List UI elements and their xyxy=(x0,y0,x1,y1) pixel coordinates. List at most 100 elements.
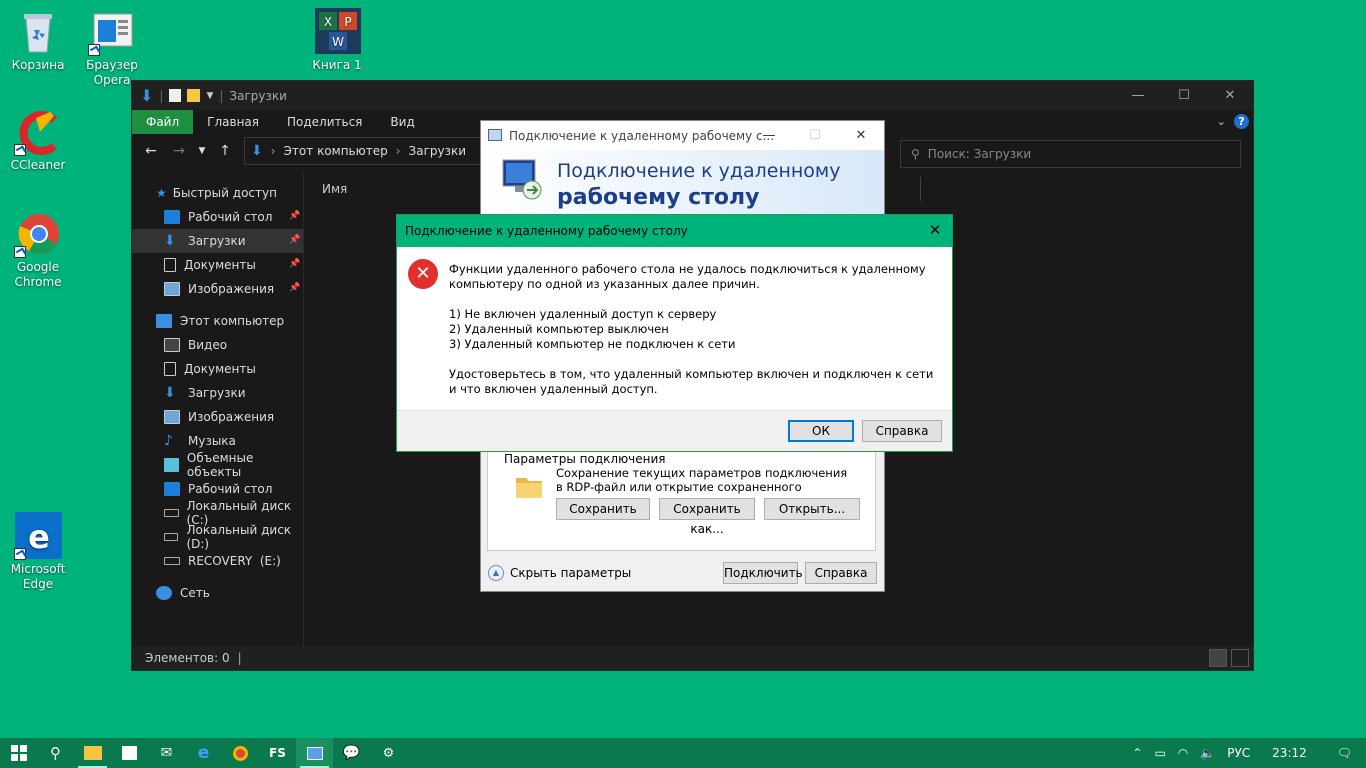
sidebar-item-quick-access[interactable]: ★ Быстрый доступ xyxy=(132,181,303,205)
desktop-icon-label: Google Chrome xyxy=(14,260,62,289)
open-button[interactable]: Открыть... xyxy=(764,498,860,520)
battery-icon[interactable]: ▭ xyxy=(1148,746,1171,760)
taskbar-app[interactable]: ⚙ xyxy=(370,738,407,768)
error-reason-2: 2) Удаленный компьютер выключен xyxy=(449,322,669,336)
chat-bubble-icon: 💬 xyxy=(342,745,361,761)
search-taskbar-button[interactable]: ⚲ xyxy=(37,738,74,768)
breadcrumb-downloads[interactable]: Загрузки xyxy=(409,144,467,158)
sidebar-item-drive-c[interactable]: Локальный диск (C:) xyxy=(132,499,303,527)
sidebar-item-pictures[interactable]: Изображения 📌 xyxy=(132,277,303,301)
error-help-button[interactable]: Справка xyxy=(862,420,942,442)
rdp-help-button[interactable]: Справка xyxy=(805,562,877,584)
pin-icon: 📌 xyxy=(289,211,301,221)
sidebar-item-videos[interactable]: Видео xyxy=(132,333,303,357)
new-folder-icon[interactable] xyxy=(187,89,201,102)
expand-ribbon-icon[interactable]: ⌄ xyxy=(1217,115,1226,128)
ok-button[interactable]: ОК xyxy=(788,420,854,442)
desktop-icon-book1[interactable]: XPW Книга 1 xyxy=(299,8,375,73)
tab-share[interactable]: Поделиться xyxy=(273,110,376,134)
sidebar-item-pc-downloads[interactable]: ⬇ Загрузки xyxy=(132,381,303,405)
sidebar-item-pc-desktop[interactable]: Рабочий стол xyxy=(132,477,303,501)
save-as-button[interactable]: Сохранить как... xyxy=(659,498,755,536)
error-dialog: Подключение к удаленному рабочему столу … xyxy=(396,214,953,452)
column-divider[interactable] xyxy=(920,177,921,201)
desktop-icon-edge[interactable]: e Microsoft Edge xyxy=(0,512,76,592)
rdp-window-title: Подключение к удаленному рабочему с... xyxy=(509,128,775,143)
taskbar-fs[interactable]: FS xyxy=(259,738,296,768)
rdp-minimize-button[interactable]: — xyxy=(746,121,792,150)
sidebar-item-drive-e[interactable]: RECOVERY (E:) xyxy=(132,549,303,573)
sidebar-item-downloads[interactable]: ⬇ Загрузки 📌 xyxy=(132,229,303,253)
rdp-titlebar: Подключение к удаленному рабочему с... —… xyxy=(481,121,884,150)
language-indicator[interactable]: РУС xyxy=(1221,746,1256,760)
taskbar-file-explorer[interactable] xyxy=(74,738,111,768)
desktop-icon-chrome[interactable]: Google Chrome xyxy=(0,210,76,290)
notifications-icon[interactable]: 🗨 xyxy=(1323,746,1366,760)
volume-icon[interactable]: 🔈 xyxy=(1194,746,1221,760)
customize-toolbar-icon[interactable]: ▼ xyxy=(206,91,213,101)
pin-icon: 📌 xyxy=(289,283,301,293)
rdp-banner: Подключение к удаленному рабочему столу xyxy=(481,150,884,215)
sidebar-item-3d-objects[interactable]: Объемные объекты xyxy=(132,451,303,479)
up-button[interactable]: ↑ xyxy=(216,143,234,159)
edge-icon: e xyxy=(14,512,62,560)
search-input[interactable]: ⚲ Поиск: Загрузки xyxy=(900,140,1241,168)
recent-locations-icon[interactable]: ▼ xyxy=(198,146,206,156)
taskbar-store[interactable] xyxy=(111,738,148,768)
desktop-icon-ccleaner[interactable]: CCleaner xyxy=(0,108,76,173)
connect-button[interactable]: Подключить xyxy=(723,562,803,584)
column-header-name[interactable]: Имя xyxy=(322,182,347,196)
sidebar-item-this-pc[interactable]: Этот компьютер xyxy=(132,309,303,333)
svg-text:e: e xyxy=(28,518,50,556)
forward-button[interactable]: → xyxy=(170,143,188,159)
taskbar-mail[interactable]: ✉ xyxy=(148,738,185,768)
save-button[interactable]: Сохранить xyxy=(556,498,650,520)
taskbar-feedback[interactable]: 💬 xyxy=(333,738,370,768)
wifi-icon[interactable]: ◠ xyxy=(1172,746,1194,760)
rdp-app-icon xyxy=(488,129,502,141)
error-dialog-close-button[interactable]: ✕ xyxy=(926,221,944,239)
maximize-button[interactable]: ☐ xyxy=(1161,81,1207,110)
sidebar-item-documents[interactable]: Документы 📌 xyxy=(132,253,303,277)
tab-home[interactable]: Главная xyxy=(193,110,273,134)
sidebar-item-pc-pictures[interactable]: Изображения xyxy=(132,405,303,429)
status-bar: Элементов: 0 | xyxy=(132,646,1253,670)
music-icon: ♪ xyxy=(164,433,173,449)
recycle-bin-icon xyxy=(14,8,62,56)
tab-view[interactable]: Вид xyxy=(376,110,428,134)
details-view-icon[interactable] xyxy=(1209,649,1227,667)
game-app-icon: ⚙ xyxy=(382,745,395,761)
hide-options-link[interactable]: ▲ Скрыть параметры xyxy=(488,565,631,581)
taskbar-chrome[interactable] xyxy=(222,738,259,768)
back-button[interactable]: ← xyxy=(142,143,160,159)
properties-icon[interactable] xyxy=(169,89,182,102)
desktop-icon-opera[interactable]: Браузер Opera xyxy=(74,8,150,88)
close-button[interactable]: ✕ xyxy=(1207,81,1253,110)
sidebar-item-pc-documents[interactable]: Документы xyxy=(132,357,303,381)
large-icons-view-icon[interactable] xyxy=(1231,649,1249,667)
desktop-icon-recycle-bin[interactable]: Корзина xyxy=(0,8,76,73)
start-button[interactable] xyxy=(0,738,37,768)
help-icon[interactable]: ? xyxy=(1234,114,1249,129)
videos-icon xyxy=(164,338,180,352)
drive-icon xyxy=(164,509,179,517)
rdp-maximize-button[interactable]: ☐ xyxy=(792,121,838,150)
sidebar-item-music[interactable]: ♪ Музыка xyxy=(132,429,303,453)
sidebar-item-drive-d[interactable]: Локальный диск (D:) xyxy=(132,523,303,551)
sidebar-item-network[interactable]: Сеть xyxy=(132,581,303,605)
show-hidden-icons-icon[interactable]: ⌃ xyxy=(1126,746,1148,760)
pictures-icon xyxy=(164,282,180,296)
taskbar-edge[interactable]: e xyxy=(185,738,222,768)
sidebar-item-desktop[interactable]: Рабочий стол 📌 xyxy=(132,205,303,229)
rdp-close-button[interactable]: ✕ xyxy=(838,121,884,150)
downloads-icon: ⬇ xyxy=(164,385,176,401)
pin-icon: 📌 xyxy=(289,259,301,269)
taskbar-remote-desktop[interactable] xyxy=(296,738,333,768)
error-reason-3: 3) Удаленный компьютер не подключен к се… xyxy=(449,337,736,351)
error-dialog-titlebar: Подключение к удаленному рабочему столу … xyxy=(397,215,952,247)
minimize-button[interactable]: — xyxy=(1115,81,1161,110)
clock[interactable]: 23:12 xyxy=(1256,746,1323,760)
folder-icon xyxy=(83,746,102,760)
breadcrumb-this-pc[interactable]: Этот компьютер xyxy=(284,144,388,158)
tab-file[interactable]: Файл xyxy=(132,110,194,134)
